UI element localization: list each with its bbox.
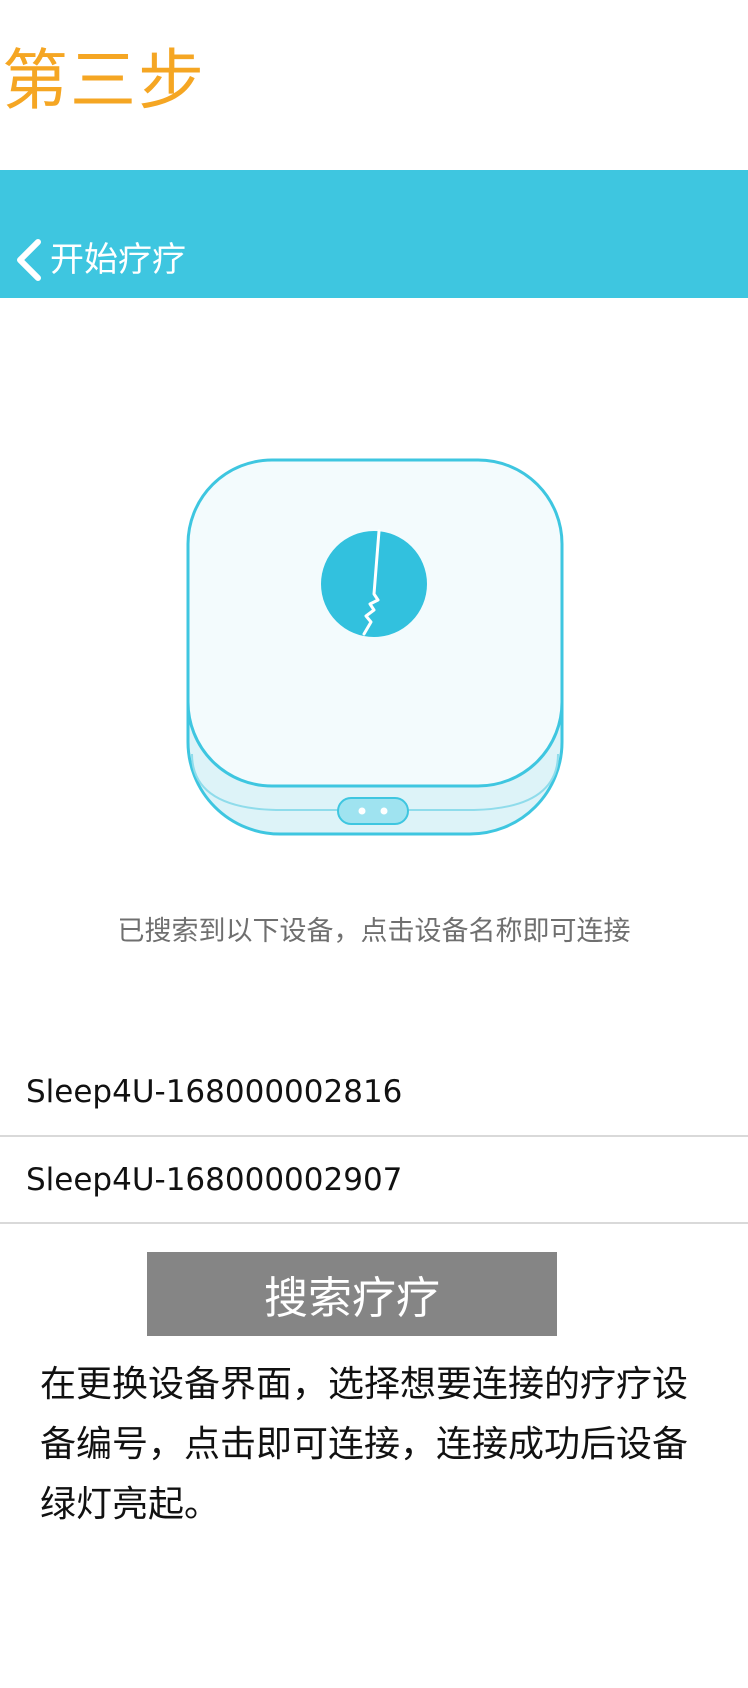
step-title: 第三步 [2, 42, 206, 119]
device-list-item[interactable]: Sleep4U-168000002907 [0, 1137, 748, 1224]
device-list-item[interactable]: Sleep4U-168000002816 [0, 1048, 748, 1137]
back-button[interactable]: 开始疗疗 [14, 232, 186, 288]
back-button-label: 开始疗疗 [50, 240, 186, 280]
search-device-button[interactable]: 搜索疗疗 [147, 1252, 557, 1336]
instruction-text: 在更换设备界面，选择想要连接的疗疗设备编号，点击即可连接，连接成功后设备绿灯亮起… [40, 1364, 689, 1525]
nav-bar: 开始疗疗 [0, 170, 748, 298]
sleep-device-icon [186, 458, 564, 836]
chevron-left-icon [14, 238, 42, 282]
search-hint: 已搜索到以下设备，点击设备名称即可连接 [117, 916, 631, 947]
device-list: Sleep4U-168000002816 Sleep4U-16800000290… [0, 1048, 748, 1224]
